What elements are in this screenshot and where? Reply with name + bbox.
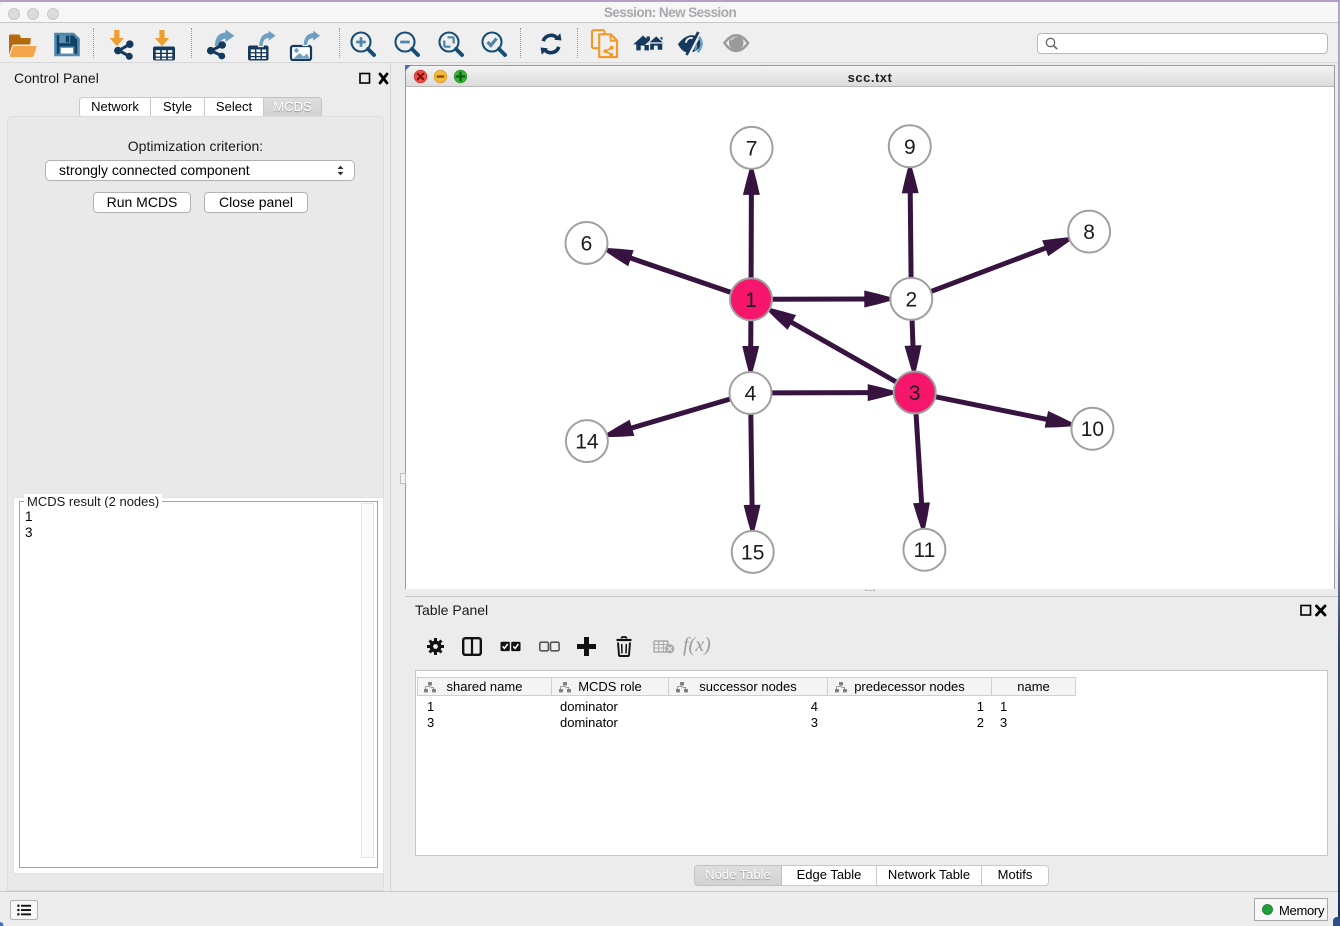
svg-text:7: 7 bbox=[746, 137, 758, 160]
svg-text:11: 11 bbox=[913, 539, 935, 562]
svg-text:6: 6 bbox=[581, 233, 593, 256]
svg-text:8: 8 bbox=[1083, 221, 1095, 244]
svg-text:14: 14 bbox=[575, 431, 599, 454]
svg-text:15: 15 bbox=[741, 541, 764, 564]
svg-text:3: 3 bbox=[909, 382, 921, 405]
svg-text:1: 1 bbox=[745, 289, 757, 312]
svg-text:2: 2 bbox=[905, 288, 917, 311]
svg-text:9: 9 bbox=[904, 136, 916, 159]
svg-text:10: 10 bbox=[1081, 418, 1104, 441]
svg-text:4: 4 bbox=[745, 383, 757, 406]
